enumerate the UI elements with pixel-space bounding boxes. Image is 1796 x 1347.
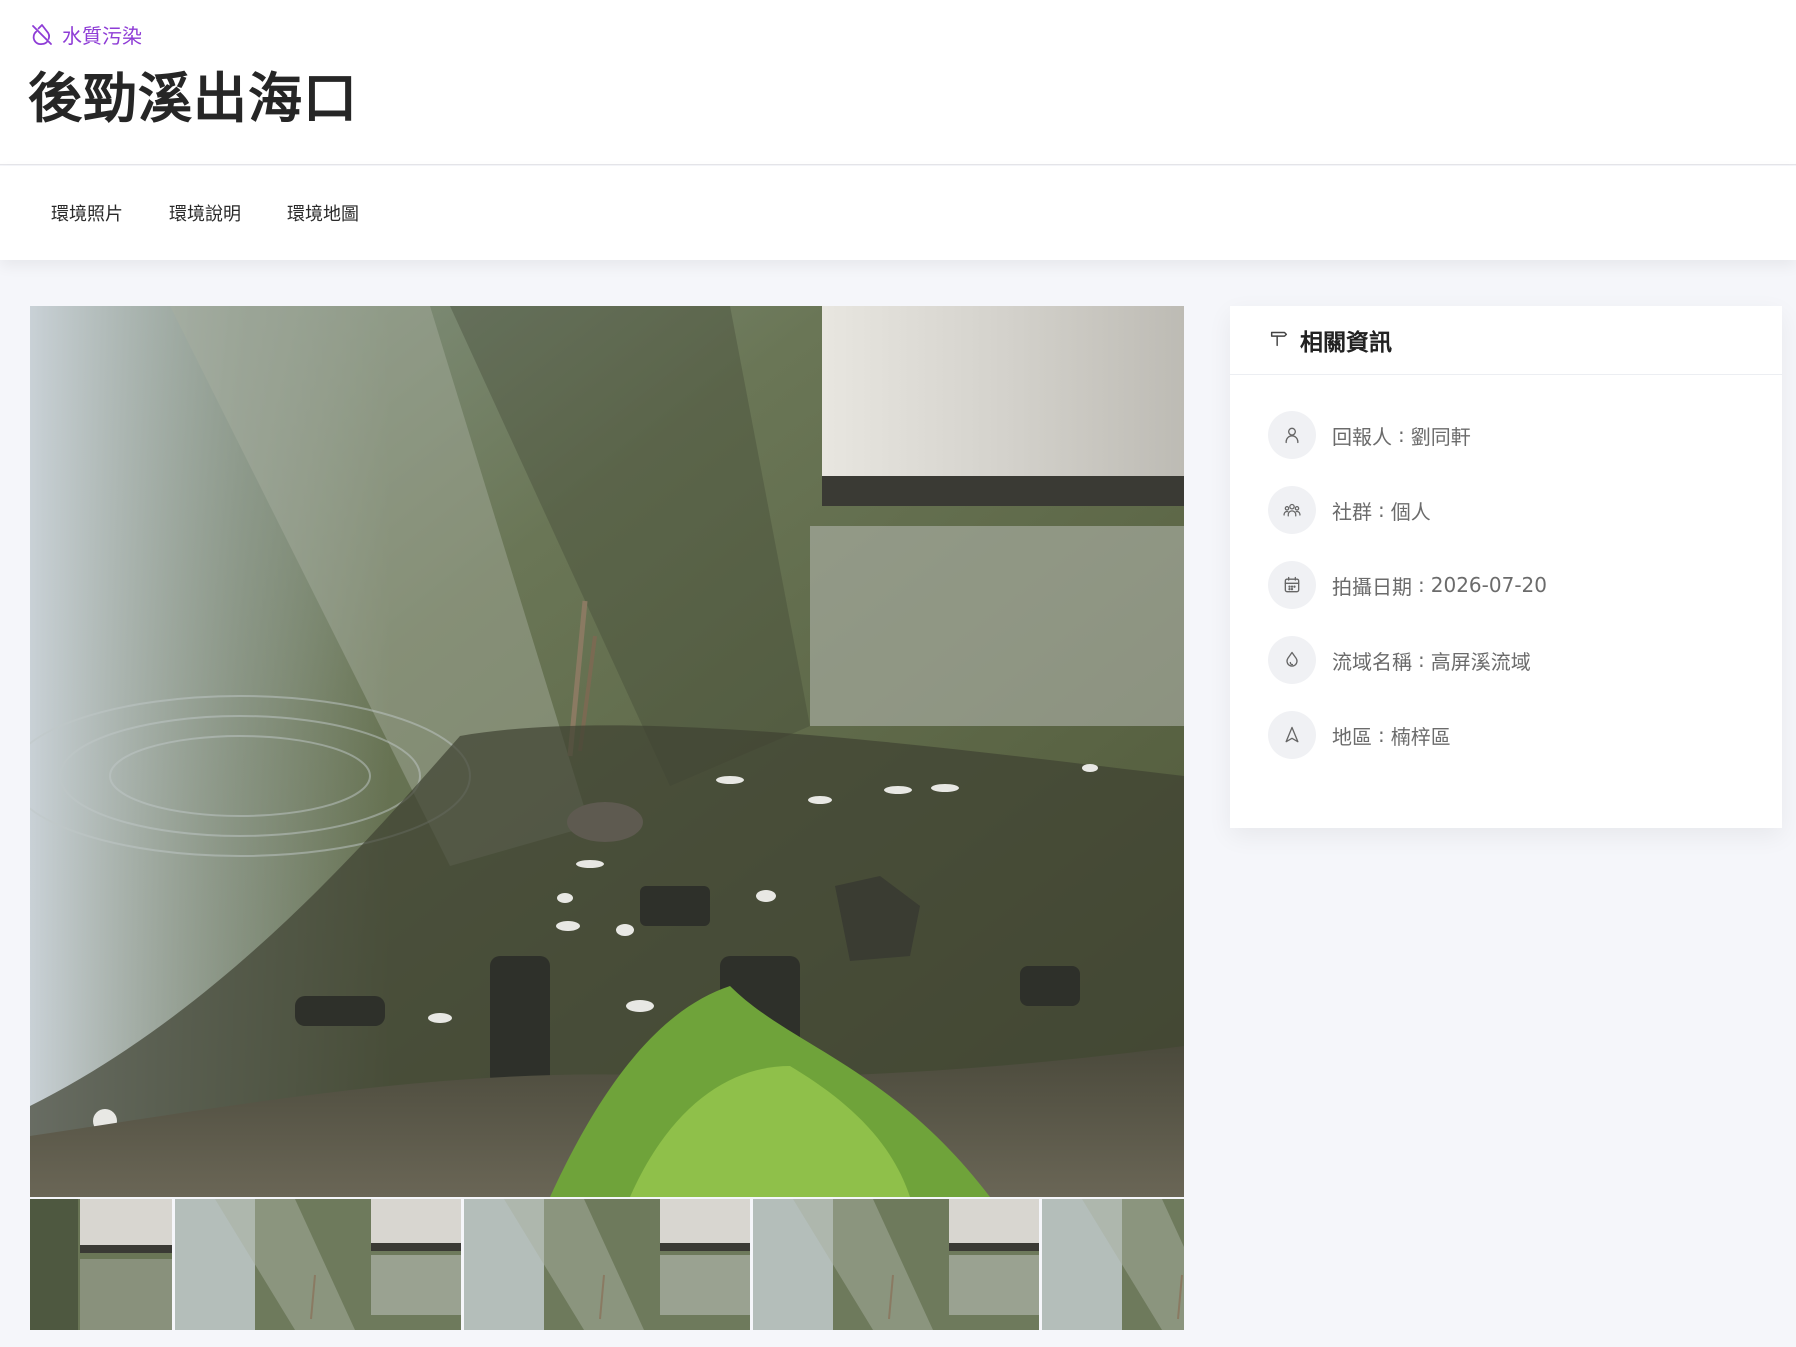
info-card: 相關資訊 回報人 : 劉同軒 社群: 個人 拍攝日期: 2026-07-20… [1230,306,1782,828]
info-label: 地區 [1332,724,1372,749]
thumbnail[interactable] [175,1199,461,1330]
calendar-icon [1268,561,1316,609]
thumbnail[interactable] [30,1199,172,1330]
page-title: 後勁溪出海口 [28,67,358,130]
tab-description[interactable]: 環境說明 [146,192,264,234]
tab-photos[interactable]: 環境照片 [28,192,146,234]
info-value: 2026-07-20 [1430,573,1547,597]
info-item-community: 社群 : 個人 [1268,486,1782,534]
info-value: 高屏溪流域 [1430,649,1531,674]
info-item-reporter: 回報人 : 劉同軒 [1268,411,1782,459]
tab-bar: 環境照片 環境說明 環境地圖 [0,166,1796,260]
info-card-header: 相關資訊 [1230,306,1782,375]
thumbnail[interactable] [1042,1199,1184,1330]
info-label: 拍攝日期 [1332,574,1412,599]
info-separator: : [1378,498,1385,522]
info-list: 回報人 : 劉同軒 社群 : 個人 拍攝日期: 2026-07-20 流域名稱… [1230,375,1782,759]
user-icon [1268,411,1316,459]
info-item-basin: 流域名稱 : 高屏溪流域 [1268,636,1782,684]
thumbnail[interactable] [464,1199,750,1330]
info-separator: : [1418,648,1425,672]
thumbnail[interactable] [753,1199,1039,1330]
info-separator: : [1418,573,1425,597]
info-item-date: 拍攝日期 : 2026-07-20 [1268,561,1782,609]
water-off-icon [30,23,54,47]
info-label: 回報人 [1332,424,1392,449]
signpost-icon [1268,327,1290,353]
droplet-icon [1268,636,1316,684]
category-label: 水質污染 [62,24,142,48]
info-value: 劉同軒 [1410,424,1471,449]
info-value: 個人 [1390,499,1431,524]
thumbnail-strip [30,1199,1184,1330]
navigation-icon [1268,711,1316,759]
main-photo[interactable] [30,306,1184,1197]
info-label: 社群 [1332,499,1372,524]
category-tag[interactable]: 水質污染 [30,20,142,49]
info-value: 楠梓區 [1390,724,1451,749]
group-icon [1268,486,1316,534]
page-header: 水質污染 後勁溪出海口 [0,0,1796,165]
tab-map[interactable]: 環境地圖 [264,192,382,234]
info-card-title: 相關資訊 [1300,330,1392,356]
info-separator: : [1378,723,1385,747]
info-separator: : [1398,423,1405,447]
info-label: 流域名稱 [1332,649,1412,674]
info-item-district: 地區 : 楠梓區 [1268,711,1782,759]
